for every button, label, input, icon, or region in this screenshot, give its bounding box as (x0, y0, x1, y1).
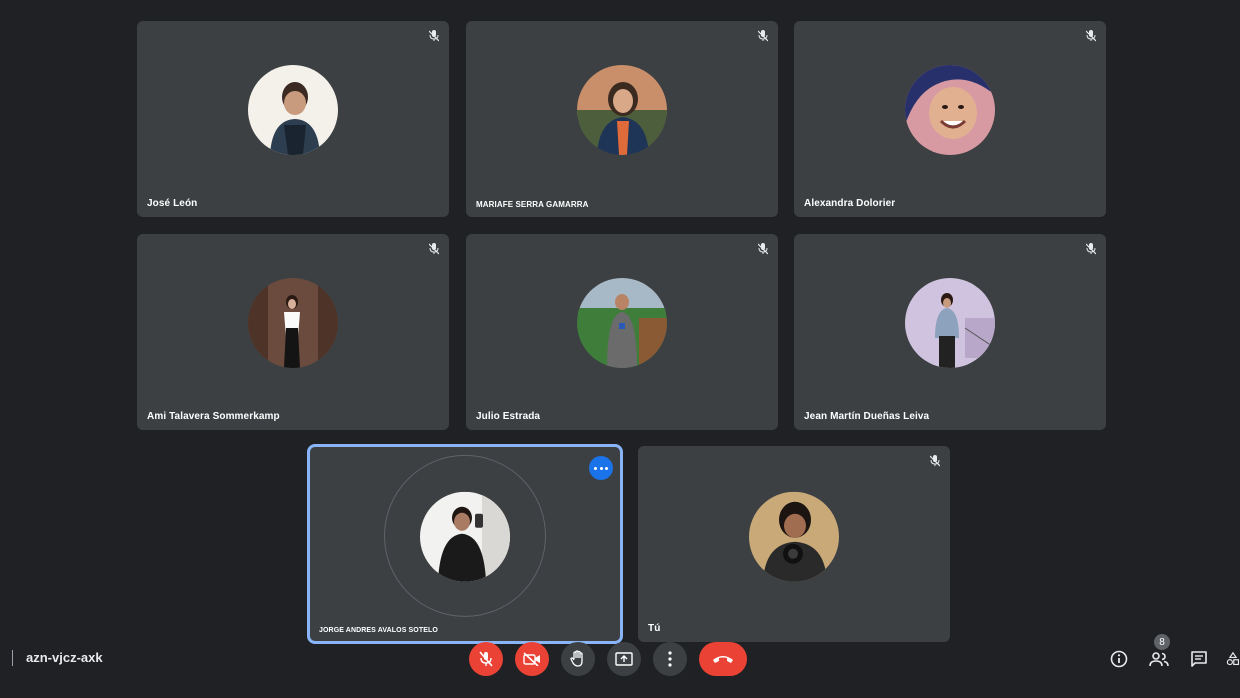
mic-toggle-button[interactable] (469, 642, 503, 676)
mic-off-icon (1082, 240, 1100, 258)
mic-off-icon (425, 27, 443, 45)
participant-tile-speaking[interactable]: JORGE ANDRES AVALOS SOTELO (307, 444, 623, 644)
avatar (420, 491, 510, 582)
camera-toggle-button[interactable] (515, 642, 549, 676)
participant-tile[interactable]: Julio Estrada (466, 234, 778, 430)
participant-tile[interactable]: MARIAFE SERRA GAMARRA (466, 21, 778, 217)
participant-tile[interactable]: Jean Martín Dueñas Leiva (794, 234, 1106, 430)
mic-off-icon (479, 651, 493, 667)
divider (12, 650, 13, 666)
people-button[interactable]: 8 (1146, 634, 1172, 672)
people-count-badge: 8 (1154, 634, 1170, 650)
participant-tile[interactable]: José León (137, 21, 449, 217)
participant-options-button[interactable] (589, 456, 613, 480)
more-options-button[interactable] (653, 642, 687, 676)
avatar (749, 491, 839, 582)
meeting-code: azn-vjcz-axk (26, 650, 103, 665)
mic-off-icon (425, 240, 443, 258)
avatar (577, 65, 667, 155)
activities-icon (1226, 651, 1240, 666)
meeting-details-button[interactable] (1106, 646, 1132, 672)
participant-name: Tú (648, 623, 661, 634)
raise-hand-icon (570, 650, 583, 667)
avatar (905, 65, 995, 155)
activities-button[interactable] (1226, 646, 1240, 672)
avatar (905, 278, 995, 368)
dot (604, 466, 608, 470)
hang-up-button[interactable] (699, 642, 747, 676)
participant-name: José León (147, 198, 198, 209)
camera-off-icon (523, 652, 540, 666)
chat-icon (1191, 651, 1207, 667)
participant-tile[interactable]: Ami Talavera Sommerkamp (137, 234, 449, 430)
people-icon (1149, 652, 1169, 667)
participant-tile-self[interactable]: Tú (638, 446, 950, 642)
participant-name: Alexandra Dolorier (804, 198, 896, 209)
participant-name: Julio Estrada (476, 411, 541, 422)
participant-name: Jean Martín Dueñas Leiva (804, 411, 930, 422)
mic-off-icon (754, 240, 772, 258)
dot (599, 466, 603, 470)
avatar (248, 278, 338, 368)
present-screen-button[interactable] (607, 642, 641, 676)
info-icon (1110, 650, 1128, 668)
participant-name: JORGE ANDRES AVALOS SOTELO (319, 627, 438, 634)
participant-tile[interactable]: Alexandra Dolorier (794, 21, 1106, 217)
participant-name: Ami Talavera Sommerkamp (147, 411, 280, 422)
hang-up-icon (713, 656, 733, 663)
present-screen-icon (615, 652, 633, 666)
raise-hand-button[interactable] (561, 642, 595, 676)
mic-off-icon (1082, 27, 1100, 45)
meet-window: José León MARIAFE SERRA GAMARRA Alexandr… (0, 0, 1240, 698)
bottom-toolbar: azn-vjcz-axk 8 (0, 634, 1240, 698)
dot (594, 466, 598, 470)
mic-off-icon (926, 452, 944, 470)
side-panel-controls: 8 (1106, 634, 1240, 676)
more-options-icon (668, 651, 672, 667)
participant-name: MARIAFE SERRA GAMARRA (476, 200, 589, 209)
avatar (577, 278, 667, 368)
avatar (248, 65, 338, 155)
mic-off-icon (754, 27, 772, 45)
chat-button[interactable] (1186, 646, 1212, 672)
call-controls (469, 642, 747, 676)
